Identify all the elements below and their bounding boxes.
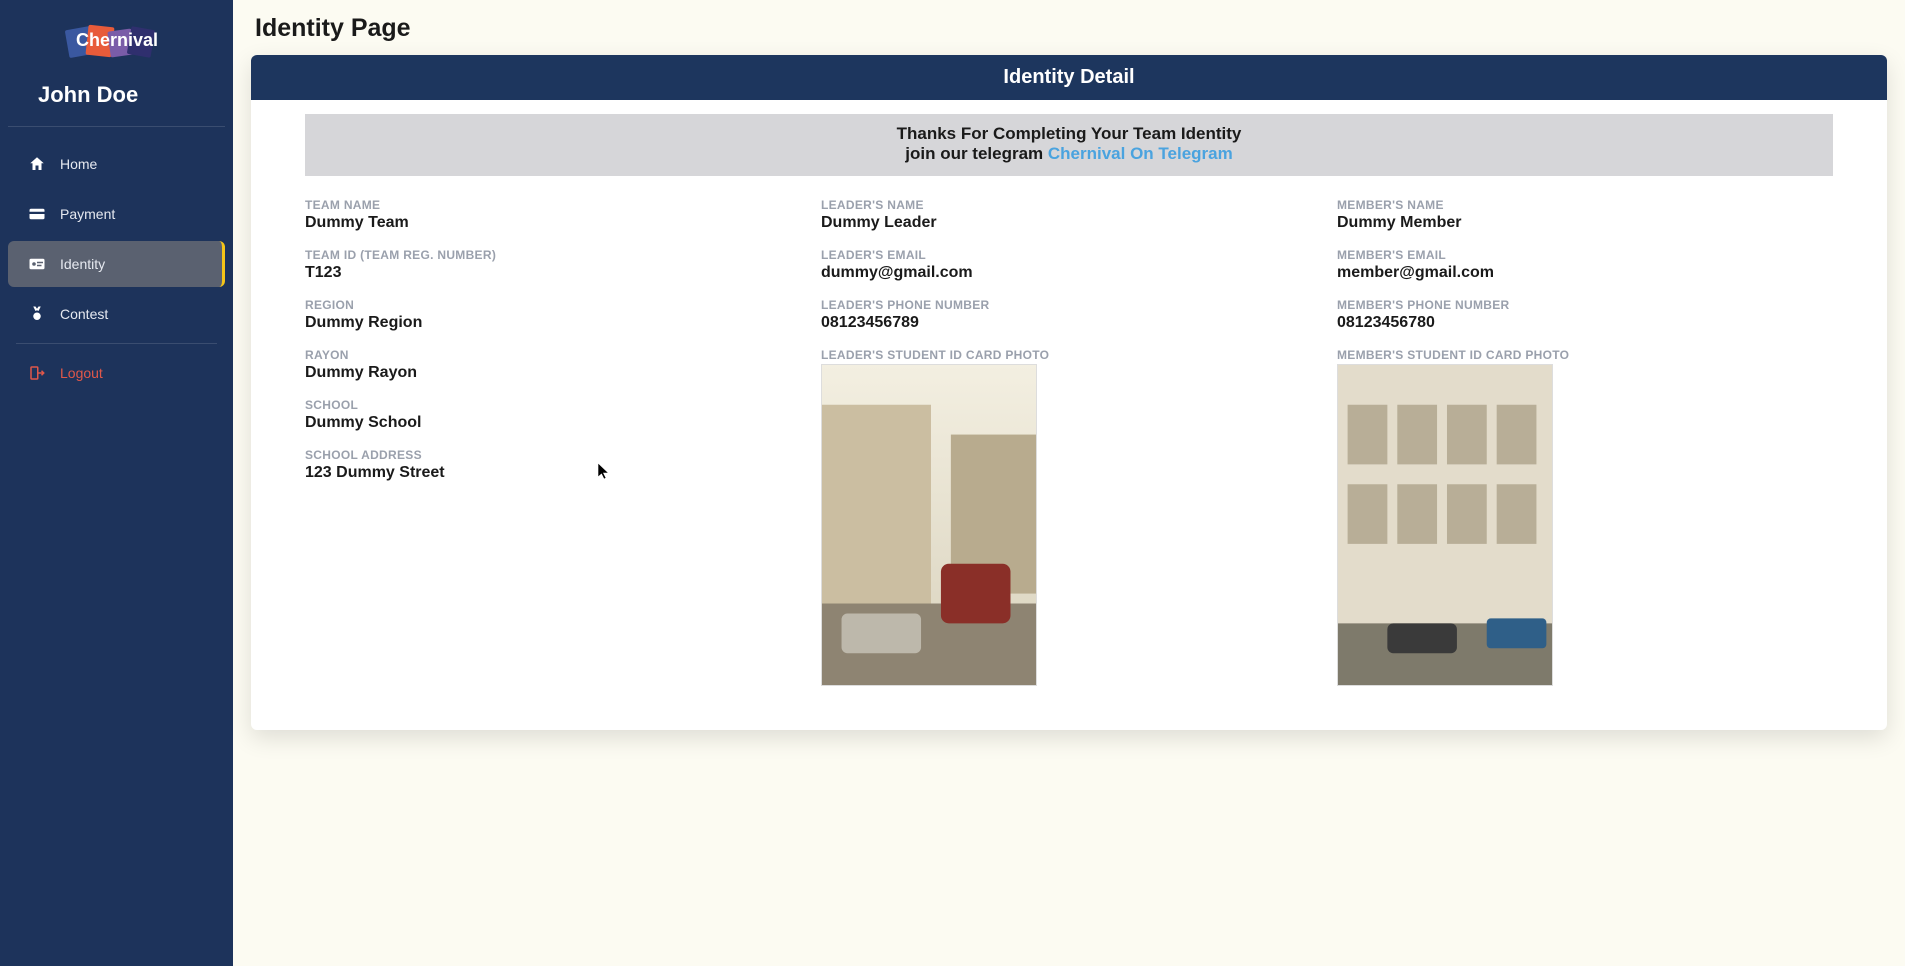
field-label: MEMBER'S EMAIL	[1337, 248, 1833, 262]
sidebar-item-identity[interactable]: Identity	[8, 241, 225, 287]
sidebar: Chernival John Doe Home Payment Identity	[0, 0, 233, 966]
svg-text:Chernival: Chernival	[75, 30, 157, 50]
member-column: MEMBER'S NAME Dummy Member MEMBER'S EMAIL…	[1337, 198, 1833, 702]
member-phone: 08123456780	[1337, 314, 1833, 332]
identity-icon	[28, 255, 46, 273]
team-id: T123	[305, 264, 801, 282]
banner-text: Thanks For Completing Your Team Identity	[315, 124, 1823, 144]
sidebar-item-logout[interactable]: Logout	[8, 350, 225, 396]
team-name: Dummy Team	[305, 214, 801, 232]
leader-name: Dummy Leader	[821, 214, 1317, 232]
team-school: Dummy School	[305, 414, 801, 432]
sidebar-item-payment[interactable]: Payment	[8, 191, 225, 237]
leader-photo	[821, 364, 1037, 686]
sidebar-item-contest[interactable]: Contest	[8, 291, 225, 337]
field-label: MEMBER'S PHONE NUMBER	[1337, 298, 1833, 312]
field-label: RAYON	[305, 348, 801, 362]
card-header: Identity Detail	[251, 55, 1887, 100]
team-address: 123 Dummy Street	[305, 464, 801, 482]
identity-card: Identity Detail Thanks For Completing Yo…	[251, 55, 1887, 730]
sidebar-item-label: Identity	[60, 256, 105, 272]
member-name: Dummy Member	[1337, 214, 1833, 232]
main-content: Identity Page Identity Detail Thanks For…	[233, 0, 1905, 966]
team-rayon: Dummy Rayon	[305, 364, 801, 382]
team-column: TEAM NAME Dummy Team TEAM ID (TEAM REG. N…	[305, 198, 801, 702]
username: John Doe	[8, 72, 225, 127]
field-label: LEADER'S NAME	[821, 198, 1317, 212]
leader-email: dummy@gmail.com	[821, 264, 1317, 282]
field-label: LEADER'S EMAIL	[821, 248, 1317, 262]
payment-icon	[28, 205, 46, 223]
banner-cta: join our telegram Chernival On Telegram	[315, 144, 1823, 164]
member-email: member@gmail.com	[1337, 264, 1833, 282]
leader-column: LEADER'S NAME Dummy Leader LEADER'S EMAIL…	[821, 198, 1317, 702]
sidebar-item-home[interactable]: Home	[8, 141, 225, 187]
field-label: MEMBER'S NAME	[1337, 198, 1833, 212]
sidebar-item-label: Payment	[60, 206, 115, 222]
field-label: TEAM NAME	[305, 198, 801, 212]
medal-icon	[28, 305, 46, 323]
leader-phone: 08123456789	[821, 314, 1317, 332]
nav: Home Payment Identity Contest Logout	[0, 127, 233, 414]
sidebar-item-label: Home	[60, 156, 97, 172]
completion-banner: Thanks For Completing Your Team Identity…	[305, 114, 1833, 176]
field-label: SCHOOL	[305, 398, 801, 412]
member-photo	[1337, 364, 1553, 686]
field-label: TEAM ID (TEAM REG. NUMBER)	[305, 248, 801, 262]
sidebar-item-label: Logout	[60, 365, 103, 381]
field-label: LEADER'S PHONE NUMBER	[821, 298, 1317, 312]
logout-icon	[28, 364, 46, 382]
field-label: SCHOOL ADDRESS	[305, 448, 801, 462]
field-label: MEMBER'S STUDENT ID CARD PHOTO	[1337, 348, 1833, 362]
home-icon	[28, 155, 46, 173]
telegram-link[interactable]: Chernival On Telegram	[1048, 144, 1233, 163]
logo: Chernival	[0, 0, 233, 72]
field-label: LEADER'S STUDENT ID CARD PHOTO	[821, 348, 1317, 362]
banner-prefix: join our telegram	[905, 144, 1048, 163]
sidebar-item-label: Contest	[60, 306, 108, 322]
nav-separator	[16, 343, 217, 344]
team-region: Dummy Region	[305, 314, 801, 332]
page-title: Identity Page	[255, 14, 1887, 43]
field-label: REGION	[305, 298, 801, 312]
